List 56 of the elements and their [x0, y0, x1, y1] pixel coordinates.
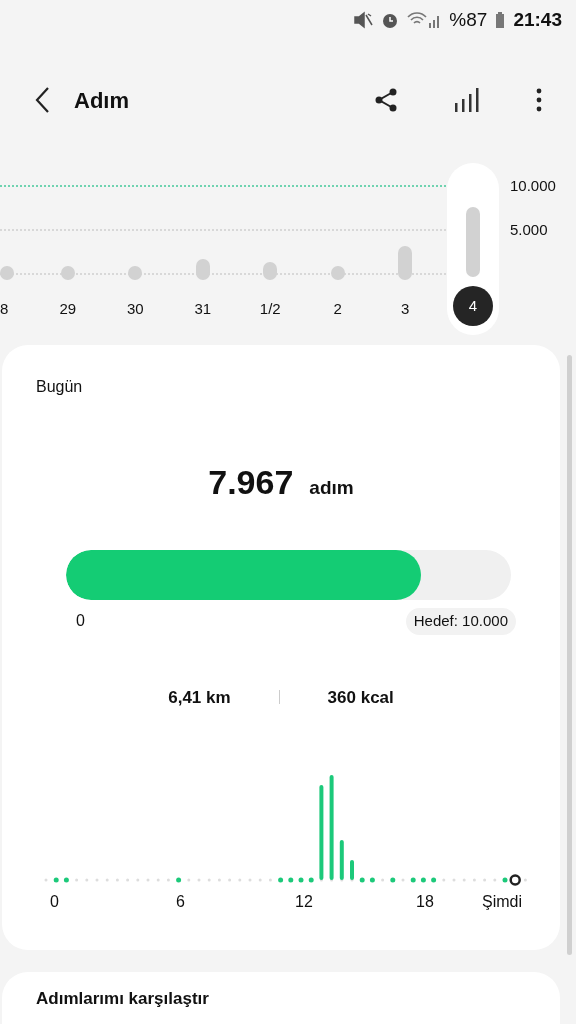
step-dot	[176, 877, 182, 883]
step-dot	[369, 877, 375, 883]
battery-percent: %87	[449, 7, 488, 32]
step-dot	[53, 877, 59, 883]
clock: 21:43	[513, 7, 562, 32]
day-bar	[195, 259, 210, 280]
step-dot	[431, 877, 437, 883]
step-dot	[410, 877, 416, 883]
day-bar	[466, 207, 480, 277]
distance: 6,41 km	[168, 686, 231, 709]
step-dot	[63, 877, 69, 883]
step-dot	[390, 877, 396, 883]
more-icon	[536, 88, 542, 112]
page-title: Adım	[74, 86, 130, 115]
step-dot	[502, 877, 508, 883]
card-title: Bugün	[36, 377, 84, 397]
day-bar	[0, 266, 14, 280]
axis-label: 12	[295, 892, 313, 912]
battery-icon	[495, 11, 506, 29]
day-label[interactable]: 31	[194, 297, 212, 321]
step-bar	[350, 860, 354, 880]
goal-label: Hedef: 10.000	[405, 608, 516, 635]
axis-label: 10.000	[510, 176, 556, 196]
signal-icon	[407, 11, 442, 29]
step-dot	[420, 877, 426, 883]
axis-label: 5.000	[510, 220, 548, 240]
day-label[interactable]: 1/2	[259, 297, 281, 321]
calories: 360 kcal	[327, 686, 394, 709]
step-dot	[298, 877, 304, 883]
back-icon	[34, 86, 50, 114]
day-label[interactable]: 4	[453, 286, 493, 326]
bar-chart-icon	[454, 87, 480, 113]
step-dot	[359, 877, 365, 883]
day-label[interactable]: 29	[59, 297, 77, 321]
axis-label: Şimdi	[482, 892, 522, 912]
step-dot	[288, 877, 294, 883]
day-label[interactable]: 3	[401, 297, 410, 321]
step-bar	[339, 840, 344, 880]
progress-start-label: 0	[76, 611, 85, 632]
section-title: Adımlarımı karşılaştır	[2, 972, 560, 1024]
axis-label: 0	[50, 892, 59, 912]
day-bar	[128, 266, 143, 280]
alarm-icon	[381, 11, 400, 29]
day-label[interactable]: 8	[0, 297, 9, 321]
day-label[interactable]: 2	[333, 297, 342, 321]
step-dot	[278, 877, 284, 883]
mute-icon	[353, 11, 374, 29]
now-marker	[509, 874, 521, 886]
selected-day-column[interactable]: 4	[447, 163, 499, 335]
step-dot	[308, 877, 314, 883]
share-icon	[374, 87, 398, 113]
step-unit: adım	[309, 476, 354, 500]
day-label[interactable]: 30	[126, 297, 144, 321]
axis-label: 6	[176, 892, 185, 912]
step-count: 7.967	[208, 462, 294, 503]
axis-label: 18	[416, 892, 434, 912]
